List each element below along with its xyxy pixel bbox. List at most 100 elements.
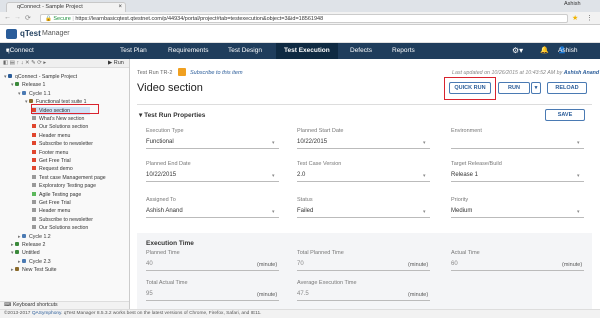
chevron-down-icon[interactable]: ▾ (272, 140, 275, 146)
properties-section-title[interactable]: ▾ Test Run Properties (139, 111, 205, 119)
tree-run-button[interactable]: ▶ Run (108, 60, 124, 66)
tree-test-run[interactable]: Get Free Trial (32, 157, 71, 165)
chevron-down-icon[interactable]: ▾ (423, 140, 426, 146)
company-link[interactable]: QASymphony (32, 311, 61, 316)
footer: ©2013-2017 QASymphony. qTest Manager 8.5… (0, 309, 600, 318)
target-release-build-field[interactable]: Release 1 (451, 172, 478, 178)
tab-test-design[interactable]: Test Design (228, 43, 262, 59)
average-execution-time-label: Average Execution Time (297, 280, 357, 286)
total-planned-time-field[interactable]: 70 (297, 261, 304, 267)
tree-test-run[interactable]: Header menu (32, 132, 70, 140)
environment-label: Environment (451, 128, 482, 134)
tab-defects[interactable]: Defects (350, 43, 372, 59)
planned-start-date-field[interactable]: 10/22/2015 (297, 139, 327, 145)
release-icon (15, 242, 20, 246)
keyboard-shortcuts-link[interactable]: ⌨ Keyboard shortcuts (0, 301, 129, 309)
back-icon[interactable]: ← (4, 14, 11, 21)
app-product-name: Manager (42, 30, 70, 37)
star-icon[interactable]: ★ (572, 14, 578, 22)
tree-test-run[interactable]: Agile Testing page (32, 191, 81, 199)
minute-unit-label: (minute) (562, 262, 583, 268)
assigned-to-label: Assigned To (146, 197, 176, 203)
tree-test-run[interactable]: Exploratory Testing page (32, 182, 96, 190)
settings-gear-icon[interactable]: ⚙▾ (512, 43, 523, 59)
reload-icon[interactable]: ⟳ (25, 14, 31, 22)
tree-test-run[interactable]: What's New section (32, 115, 84, 123)
test-case-version-label: Test Case Version (297, 161, 342, 167)
tree-test-run[interactable]: Subscribe to newsletter (32, 216, 93, 224)
notifications-icon[interactable]: 🔔 (540, 43, 549, 59)
priority-field[interactable]: Medium (451, 208, 472, 214)
target-release-build-label: Target Release/Build (451, 161, 502, 167)
close-tab-icon[interactable]: × (118, 3, 122, 12)
planned-end-date-label: Planned End Date (146, 161, 191, 167)
tree-node-cycle[interactable]: ▾ Cycle 1.1 (18, 90, 51, 98)
tree-test-run[interactable]: Subscribe to newsletter (32, 140, 93, 148)
project-icon (8, 74, 13, 78)
tree-node-cycle[interactable]: ▸ Cycle 1.2 (18, 233, 51, 241)
browser-user-name[interactable]: Ashish (564, 1, 581, 7)
execution-time-title: Execution Time (146, 240, 194, 247)
minute-unit-label: (minute) (257, 262, 278, 268)
tree-node-project[interactable]: ▾ qConnect - Sample Project (4, 73, 77, 81)
tree-node-label: Release 2 (22, 242, 46, 248)
chevron-down-icon[interactable]: ▾ (423, 209, 426, 215)
tree-node-release[interactable]: ▾ Release 1 (11, 81, 45, 89)
run-dropdown-chevron-down-icon[interactable]: ▾ (531, 82, 541, 94)
tree-node-release[interactable]: ▾ Untitled (11, 249, 40, 257)
forward-icon[interactable]: → (14, 14, 21, 21)
tree-test-run[interactable]: Footer menu (32, 149, 68, 157)
tree-test-run[interactable]: Test case Management page (32, 174, 106, 182)
tree-test-run[interactable]: Get Free Trial (32, 199, 71, 207)
test-case-version-field[interactable]: 2.0 (297, 172, 305, 178)
tree-node-label: What's New section (39, 116, 85, 122)
tree-tool-icons[interactable]: ◧ ▤ ↑ ↓ ✕ ✎ ⟳ ▸ (3, 60, 46, 66)
minute-unit-label: (minute) (408, 292, 429, 298)
status-field[interactable]: Failed (297, 208, 313, 214)
tree-node-label: Get Free Trial (39, 200, 71, 206)
tree-toolbar: ◧ ▤ ↑ ↓ ✕ ✎ ⟳ ▸ ▶ Run (0, 59, 129, 68)
tree-test-run[interactable]: Request demo (32, 165, 73, 173)
assigned-to-field[interactable]: Ashish Anand (146, 208, 183, 214)
chevron-down-icon[interactable]: ▾ (577, 173, 580, 179)
actual-time-field[interactable]: 60 (451, 261, 458, 267)
quick-run-button[interactable]: QUICK RUN (449, 82, 491, 94)
chevron-down-icon[interactable]: ▾ (577, 209, 580, 215)
total-actual-time-field[interactable]: 95 (146, 291, 153, 297)
save-button[interactable]: SAVE (545, 109, 585, 121)
tab-test-execution[interactable]: Test Execution (276, 43, 338, 59)
planned-time-field[interactable]: 40 (146, 261, 153, 267)
planned-time-label: Planned Time (146, 250, 180, 256)
average-execution-time-field[interactable]: 47.5 (297, 291, 309, 297)
tab-test-plan[interactable]: Test Plan (120, 43, 147, 59)
tree-test-run[interactable]: Our Solutions section (32, 224, 88, 232)
execution-type-field[interactable]: Functional (146, 139, 174, 145)
chevron-down-icon[interactable]: ▾ (272, 173, 275, 179)
tree-test-run[interactable]: Our Solutions section (32, 123, 88, 131)
total-planned-time-label: Total Planned Time (297, 250, 344, 256)
planned-start-date-label: Planned Start Date (297, 128, 344, 134)
tree-node-suite[interactable]: ▸ New Test Suite (11, 266, 57, 274)
tab-reports[interactable]: Reports (392, 43, 415, 59)
browser-menu-icon[interactable]: ⋮ (586, 14, 593, 22)
planned-end-date-field[interactable]: 10/22/2015 (146, 172, 176, 178)
tree-node-release[interactable]: ▸ Release 2 (11, 241, 45, 249)
test-run-status-icon (32, 183, 36, 188)
tree-node-label: Get Free Trial (39, 158, 71, 164)
tree-node-label: Test case Management page (39, 174, 106, 181)
url-field[interactable]: 🔒 Secure | https://learnbasicqtest.qtest… (40, 14, 568, 23)
main-nav: qConnect - Sample Project ▾ Test Plan Re… (0, 43, 600, 86)
chevron-down-icon[interactable]: ▾ (272, 209, 275, 215)
tab-requirements[interactable]: Requirements (168, 43, 208, 59)
browser-tab[interactable]: qConnect - Sample Project × (6, 2, 126, 12)
reload-button[interactable]: RELOAD (547, 82, 587, 94)
rss-icon[interactable] (178, 68, 186, 76)
subscribe-link[interactable]: Subscribe to this item (190, 70, 243, 76)
chevron-down-icon[interactable]: ▾ (423, 173, 426, 179)
tree-test-run[interactable]: Header menu (32, 207, 70, 215)
run-button[interactable]: RUN (498, 82, 530, 94)
page-title: Video section (137, 82, 203, 94)
tree-node-cycle[interactable]: ▸ Cycle 2.3 (18, 258, 51, 266)
chevron-down-icon[interactable]: ▾ (577, 140, 580, 146)
project-selector[interactable]: qConnect - Sample Project ▾ (6, 43, 34, 86)
